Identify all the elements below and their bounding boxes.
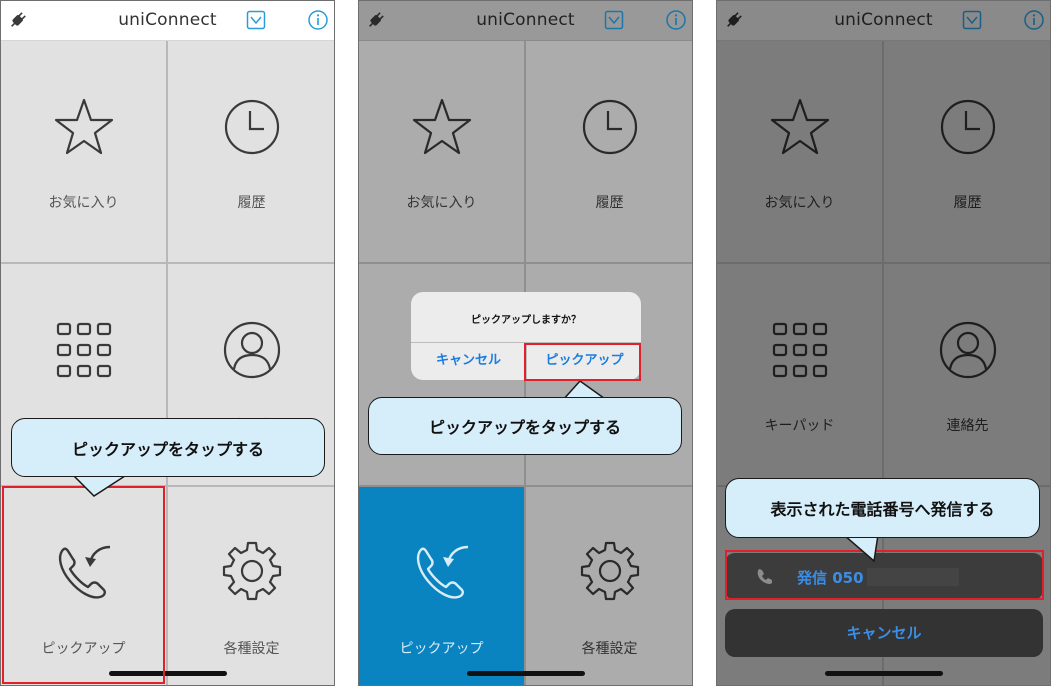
- callout-tail: [842, 535, 879, 563]
- info-icon[interactable]: [665, 9, 687, 31]
- menu-settings-label: 各種設定: [223, 641, 280, 657]
- app-title: uniConnect: [476, 10, 575, 30]
- menu-history-label: 履歴: [953, 195, 982, 211]
- menu-pickup-label: ピックアップ: [399, 641, 484, 657]
- trend-icon[interactable]: [962, 10, 982, 30]
- menu-keypad[interactable]: キーパッド: [717, 264, 882, 485]
- callout-step-2: ピックアップをタップする: [368, 397, 682, 455]
- clock-icon: [224, 99, 279, 155]
- callout-tail: [70, 474, 130, 497]
- sheet-cancel-button[interactable]: キャンセル: [725, 609, 1043, 657]
- trend-icon[interactable]: [246, 10, 266, 30]
- app-title: uniConnect: [834, 10, 933, 30]
- menu-history[interactable]: 履歴: [168, 41, 334, 262]
- menu-settings-label: 各種設定: [581, 641, 638, 657]
- dialog-message: ピックアップしますか？: [471, 315, 581, 326]
- info-icon[interactable]: [1023, 9, 1045, 31]
- dialog-cancel-button[interactable]: キャンセル: [411, 342, 526, 380]
- info-icon[interactable]: [307, 9, 329, 31]
- highlight-pickup-cell: [2, 486, 165, 684]
- home-indicator: [466, 671, 585, 676]
- menu-favorites-label: お気に入り: [48, 195, 119, 211]
- menu-favorites-label: お気に入り: [764, 195, 835, 211]
- callout-step-1: ピックアップをタップする: [11, 418, 325, 477]
- phone-pickup-icon: [416, 545, 468, 599]
- menu-favorites-label: お気に入り: [406, 195, 477, 211]
- menu-keypad-label: キーパッド: [764, 418, 835, 434]
- menu-settings[interactable]: 各種設定: [168, 487, 334, 685]
- star-icon: [412, 98, 471, 155]
- top-bar: uniConnect: [1, 1, 334, 41]
- star-icon: [770, 98, 829, 155]
- callout-step-1-text: ピックアップをタップする: [71, 439, 264, 459]
- top-bar: uniConnect: [717, 1, 1050, 41]
- clock-icon: [582, 99, 637, 155]
- person-icon: [223, 321, 280, 379]
- menu-history[interactable]: 履歴: [884, 41, 1050, 262]
- clock-icon: [940, 99, 995, 155]
- callout-step-3-text: 表示された電話番号へ発信する: [770, 500, 995, 519]
- keypad-icon: [772, 322, 827, 378]
- menu-settings[interactable]: 各種設定: [526, 487, 692, 685]
- highlight-pickup-button: [524, 343, 641, 381]
- keypad-icon: [56, 322, 111, 378]
- star-icon: [54, 98, 113, 155]
- callout-step-3: 表示された電話番号へ発信する: [725, 478, 1040, 538]
- gear-icon: [222, 541, 281, 601]
- menu-pickup[interactable]: ピックアップ: [359, 487, 524, 685]
- top-bar: uniConnect: [359, 1, 692, 41]
- gear-icon: [580, 541, 639, 601]
- menu-history-label: 履歴: [237, 195, 266, 211]
- home-indicator: [824, 671, 943, 676]
- trend-icon[interactable]: [604, 10, 624, 30]
- person-icon: [939, 321, 996, 379]
- tutorial-stage: uniConnect お気に入り 履歴 ピックアップ 各種設定 ピックアップをタ…: [0, 0, 1051, 686]
- menu-history-label: 履歴: [595, 195, 624, 211]
- menu-favorites[interactable]: お気に入り: [359, 41, 524, 262]
- menu-favorites[interactable]: お気に入り: [1, 41, 166, 262]
- menu-contacts-label: 連絡先: [946, 418, 989, 434]
- menu-favorites[interactable]: お気に入り: [717, 41, 882, 262]
- callout-step-2-text: ピックアップをタップする: [428, 418, 621, 437]
- app-title: uniConnect: [118, 10, 217, 30]
- menu-contacts[interactable]: 連絡先: [884, 264, 1050, 485]
- menu-history[interactable]: 履歴: [526, 41, 692, 262]
